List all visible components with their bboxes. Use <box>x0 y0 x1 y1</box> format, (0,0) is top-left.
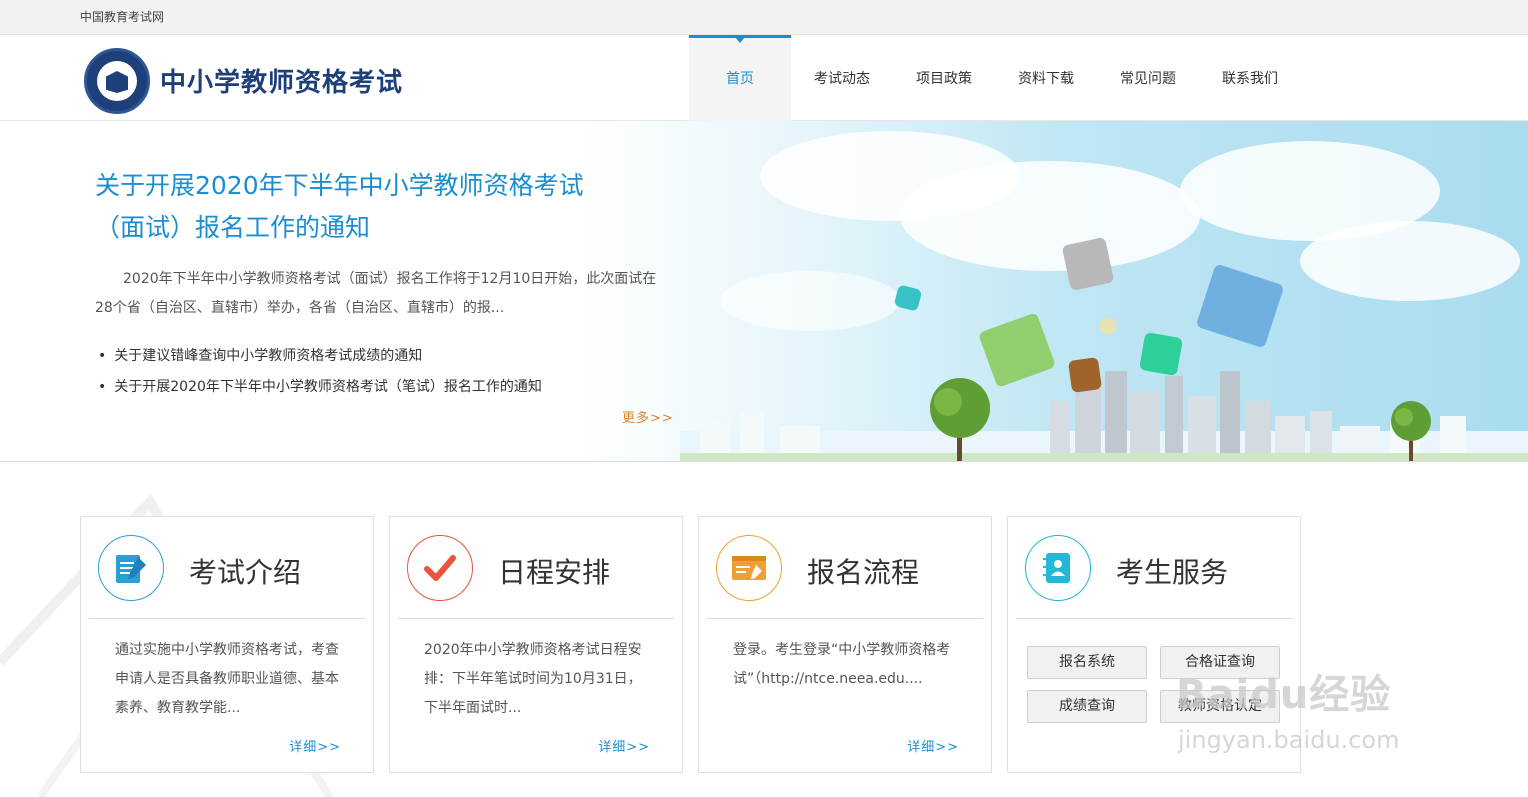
top-bar: 中国教育考试网 <box>0 0 1528 35</box>
floating-cube-icon <box>1067 357 1103 393</box>
nav-item-exam-news[interactable]: 考试动态 <box>791 35 893 121</box>
news-link[interactable]: 关于建议错峰查询中小学教师资格考试成绩的通知 <box>98 341 542 372</box>
nav-item-label: 资料下载 <box>1018 71 1074 87</box>
registration-form-icon[interactable] <box>716 535 782 601</box>
registration-form-svg <box>732 556 766 580</box>
floating-cube-icon <box>1100 318 1116 334</box>
banner-more-link[interactable]: 更多>> <box>622 407 674 426</box>
certificate-query-button[interactable]: 合格证查询 <box>1160 646 1280 679</box>
icon-glyph <box>1037 547 1079 589</box>
nav-active-arrow-icon <box>735 37 745 43</box>
card-divider <box>707 618 983 619</box>
checkmark-svg <box>424 555 456 581</box>
contacts-book-icon[interactable] <box>1025 535 1091 601</box>
score-query-button[interactable]: 成绩查询 <box>1027 690 1147 723</box>
nav-item-label: 联系我们 <box>1222 71 1278 87</box>
checkmark-icon[interactable] <box>407 535 473 601</box>
teacher-qualification-button[interactable]: 教师资格认定 <box>1160 690 1280 723</box>
nav-item-contact[interactable]: 联系我们 <box>1199 35 1301 121</box>
tree-illustration <box>1391 401 1431 461</box>
nav-item-label: 项目政策 <box>916 71 972 87</box>
card-title[interactable]: 日程安排 <box>498 551 610 591</box>
news-link[interactable]: 关于开展2020年下半年中小学教师资格考试（笔试）报名工作的通知 <box>98 372 542 403</box>
card-more-link[interactable]: 详细>> <box>598 736 650 755</box>
floating-cube-icon <box>1061 236 1115 292</box>
main-nav: 首页 考试动态 项目政策 资料下载 常见问题 联系我们 <box>689 35 1301 121</box>
card-exam-intro: 考试介绍 通过实施中小学教师资格考试，考查申请人是否具备教师职业道德、基本素养、… <box>80 516 374 773</box>
logo-emblem-icon[interactable] <box>84 48 150 114</box>
tree-illustration <box>930 378 990 461</box>
banner-description: 2020年下半年中小学教师资格考试（面试）报名工作将于12月10日开始，此次面试… <box>95 271 657 316</box>
hero-banner: 关于开展2020年下半年中小学教师资格考试（面试）报名工作的通知 2020年下半… <box>0 121 1528 462</box>
icon-glyph <box>728 547 770 589</box>
banner-news-list: 关于建议错峰查询中小学教师资格考试成绩的通知 关于开展2020年下半年中小学教师… <box>98 341 542 403</box>
floating-cube-icon <box>893 284 923 312</box>
nav-item-downloads[interactable]: 资料下载 <box>995 35 1097 121</box>
icon-glyph <box>419 547 461 589</box>
document-edit-svg <box>116 555 146 583</box>
card-schedule: 日程安排 2020年中小学教师资格考试日程安排：下半年笔试时间为10月31日，下… <box>389 516 683 773</box>
site-name-link[interactable]: 中国教育考试网 <box>80 8 164 25</box>
card-candidate-services: 考生服务 报名系统 合格证查询 成绩查询 教师资格认定 <box>1007 516 1301 773</box>
cloud-decoration <box>900 161 1200 271</box>
nav-item-label: 常见问题 <box>1120 71 1176 87</box>
card-divider <box>398 618 674 619</box>
nav-item-policy[interactable]: 项目政策 <box>893 35 995 121</box>
nav-item-faq[interactable]: 常见问题 <box>1097 35 1199 121</box>
card-divider <box>1016 618 1292 619</box>
card-more-link[interactable]: 详细>> <box>289 736 341 755</box>
cloud-decoration <box>720 271 900 331</box>
icon-glyph <box>110 547 152 589</box>
card-text: 通过实施中小学教师资格考试，考查申请人是否具备教师职业道德、基本素养、教育教学能… <box>115 642 339 716</box>
nav-item-label: 首页 <box>726 71 754 87</box>
floating-cube-icon <box>1195 263 1285 349</box>
card-text: 登录。考生登录“中小学教师资格考试”（http://ntce.neea.edu.… <box>733 642 951 687</box>
card-title[interactable]: 报名流程 <box>807 551 919 591</box>
document-edit-icon[interactable] <box>98 535 164 601</box>
card-more-link[interactable]: 详细>> <box>907 736 959 755</box>
card-title[interactable]: 考试介绍 <box>189 551 301 591</box>
card-registration-process: 报名流程 登录。考生登录“中小学教师资格考试”（http://ntce.neea… <box>698 516 992 773</box>
registration-system-button[interactable]: 报名系统 <box>1027 646 1147 679</box>
banner-headline-link[interactable]: 关于开展2020年下半年中小学教师资格考试（面试）报名工作的通知 <box>95 165 615 249</box>
header: 中小学教师资格考试 首页 考试动态 项目政策 资料下载 常见问题 联系我们 <box>0 35 1528 121</box>
card-title[interactable]: 考生服务 <box>1116 551 1228 591</box>
floating-cube-icon <box>1138 331 1184 377</box>
contacts-book-svg <box>1043 553 1070 583</box>
card-divider <box>89 618 365 619</box>
nav-item-home[interactable]: 首页 <box>689 35 791 121</box>
nav-item-label: 考试动态 <box>814 71 870 87</box>
logo-title[interactable]: 中小学教师资格考试 <box>160 62 403 99</box>
cloud-decoration <box>1300 221 1520 301</box>
card-text: 2020年中小学教师资格考试日程安排：下半年笔试时间为10月31日，下半年面试时… <box>424 642 642 716</box>
